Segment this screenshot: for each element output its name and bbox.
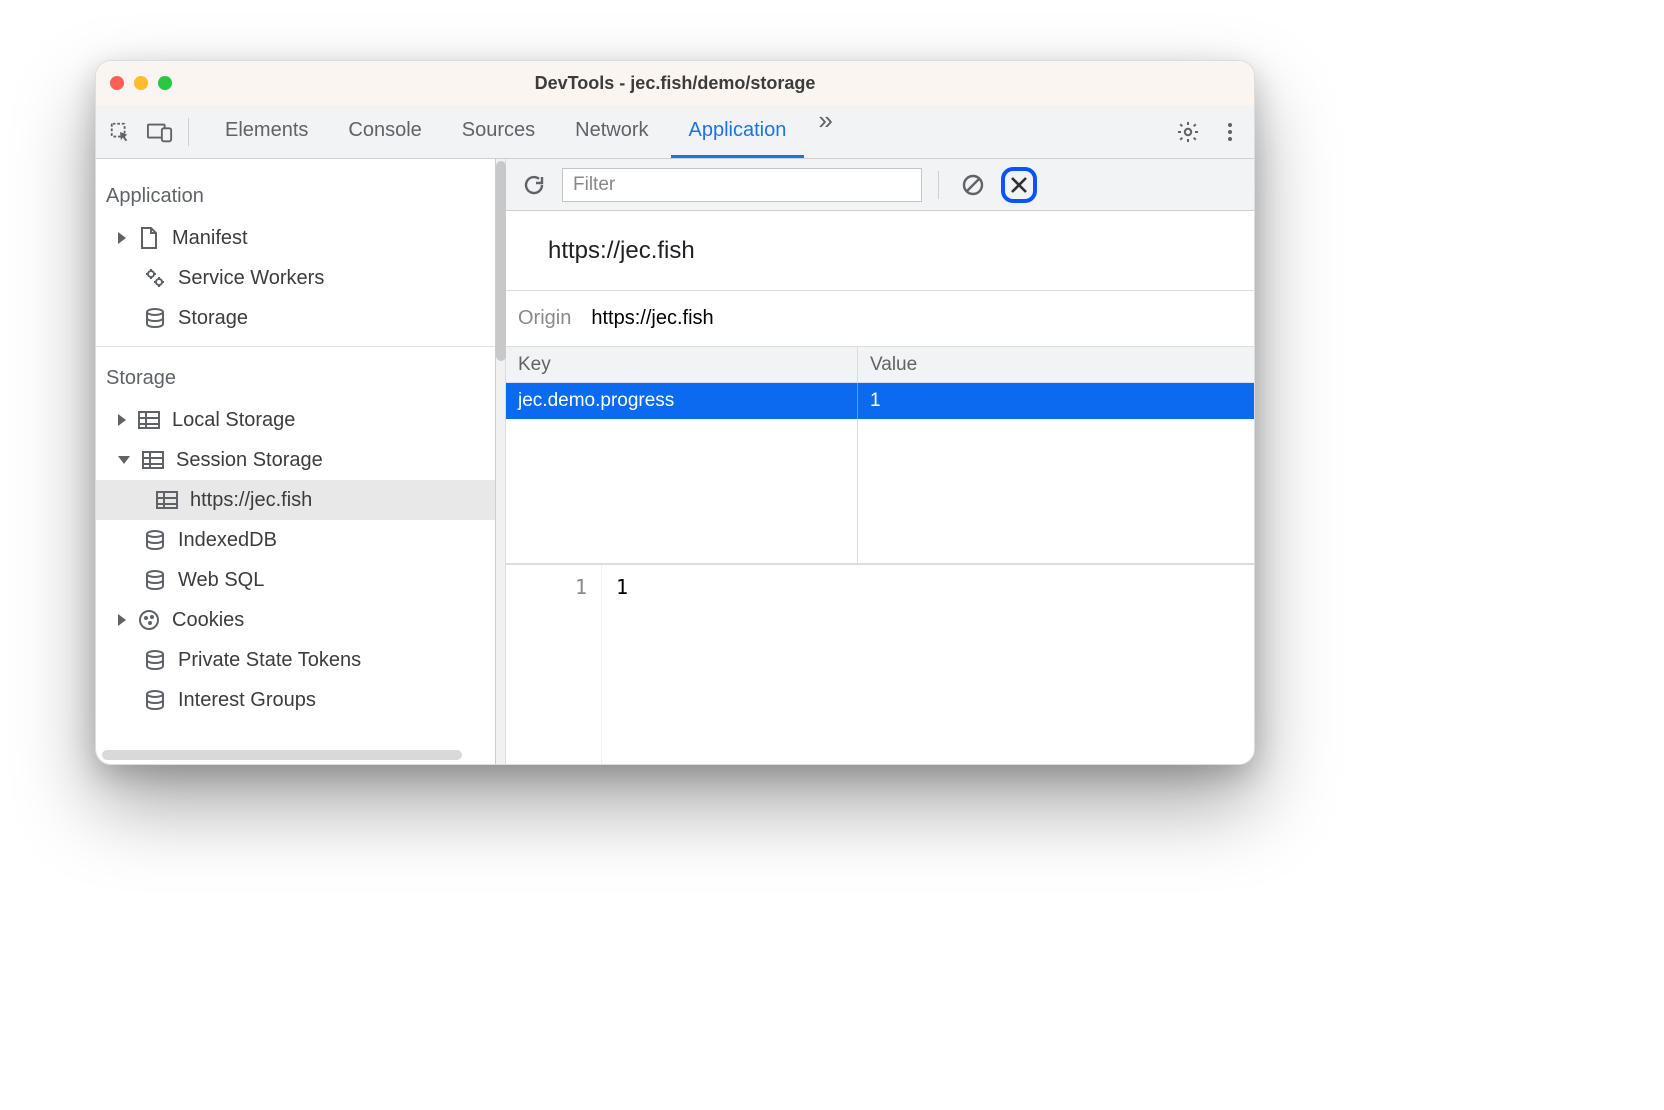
sidebar-item-manifest[interactable]: Manifest <box>96 218 495 258</box>
kebab-menu-icon[interactable] <box>1212 114 1248 150</box>
database-icon <box>142 527 168 553</box>
application-sidebar: Application Manifest Servi <box>96 159 496 764</box>
sidebar-item-storage[interactable]: Storage <box>96 298 495 338</box>
cookie-icon <box>136 607 162 633</box>
sidebar-item-indexeddb[interactable]: IndexedDB <box>96 520 495 560</box>
database-icon <box>142 647 168 673</box>
vertical-scrollbar[interactable] <box>496 159 506 764</box>
table-empty-area[interactable] <box>506 419 1254 563</box>
storage-toolbar: Filter <box>506 159 1254 211</box>
tab-application[interactable]: Application <box>671 105 805 158</box>
cell-key[interactable]: jec.demo.progress <box>506 383 858 419</box>
table-row[interactable]: jec.demo.progress 1 <box>506 383 1254 419</box>
value-preview: 1 1 <box>506 564 1254 764</box>
origin-value: https://jec.fish <box>591 307 713 330</box>
clear-all-icon[interactable] <box>955 167 991 203</box>
table-icon <box>154 487 180 513</box>
chevron-right-icon <box>118 232 126 244</box>
sidebar-item-label: Session Storage <box>176 449 323 472</box>
tab-sources[interactable]: Sources <box>444 105 553 158</box>
tab-network[interactable]: Network <box>557 105 666 158</box>
filter-placeholder: Filter <box>573 174 615 196</box>
sidebar-item-label: https://jec.fish <box>190 489 312 512</box>
sidebar-item-service-workers[interactable]: Service Workers <box>96 258 495 298</box>
column-header-value[interactable]: Value <box>858 347 1254 382</box>
sidebar-item-label: Manifest <box>172 227 248 250</box>
table-header: Key Value <box>506 347 1254 383</box>
tab-console[interactable]: Console <box>330 105 439 158</box>
column-header-key[interactable]: Key <box>506 347 858 382</box>
window-title: DevTools - jec.fish/demo/storage <box>96 73 1254 94</box>
sidebar-item-local-storage[interactable]: Local Storage <box>96 400 495 440</box>
refresh-icon[interactable] <box>516 167 552 203</box>
chevron-down-icon <box>118 456 130 464</box>
settings-gear-icon[interactable] <box>1170 114 1206 150</box>
sidebar-item-session-storage[interactable]: Session Storage <box>96 440 495 480</box>
separator <box>188 118 189 146</box>
devtools-tabstrip: Elements Console Sources Network Applica… <box>96 105 1254 159</box>
device-toolbar-icon[interactable] <box>142 114 178 150</box>
sidebar-horizontal-scrollbar[interactable] <box>102 750 462 760</box>
origin-row: Origin https://jec.fish <box>506 291 1254 347</box>
cell-value[interactable]: 1 <box>858 383 1254 419</box>
sidebar-item-cookies[interactable]: Cookies <box>96 600 495 640</box>
section-application: Application <box>96 165 495 218</box>
database-icon <box>142 687 168 713</box>
delete-selected-icon[interactable] <box>1001 167 1037 203</box>
sidebar-item-label: Web SQL <box>178 569 264 592</box>
gears-icon <box>142 265 168 291</box>
preview-line-number: 1 <box>506 565 602 764</box>
sidebar-item-label: IndexedDB <box>178 529 277 552</box>
sidebar-item-websql[interactable]: Web SQL <box>96 560 495 600</box>
sidebar-item-label: Storage <box>178 307 248 330</box>
tab-elements[interactable]: Elements <box>207 105 326 158</box>
sidebar-item-label: Service Workers <box>178 267 324 290</box>
devtools-window: DevTools - jec.fish/demo/storage Element… <box>95 60 1255 765</box>
origin-title: https://jec.fish <box>506 211 1254 291</box>
sidebar-item-label: Private State Tokens <box>178 649 361 672</box>
table-icon <box>140 447 166 473</box>
sidebar-item-session-storage-origin[interactable]: https://jec.fish <box>96 480 495 520</box>
sidebar-item-label: Cookies <box>172 609 244 632</box>
content-pane: Filter https://jec.fish <box>496 159 1254 764</box>
table-icon <box>136 407 162 433</box>
sidebar-item-interest-groups[interactable]: Interest Groups <box>96 680 495 720</box>
document-icon <box>136 225 162 251</box>
tabs-overflow-icon[interactable]: » <box>808 105 842 158</box>
sidebar-item-label: Interest Groups <box>178 689 316 712</box>
filter-input[interactable]: Filter <box>562 168 922 202</box>
chevron-right-icon <box>118 614 126 626</box>
preview-text: 1 <box>602 565 642 764</box>
origin-label: Origin <box>518 307 571 330</box>
sidebar-item-label: Local Storage <box>172 409 295 432</box>
inspect-element-icon[interactable] <box>102 114 138 150</box>
sidebar-item-private-state-tokens[interactable]: Private State Tokens <box>96 640 495 680</box>
titlebar: DevTools - jec.fish/demo/storage <box>96 61 1254 105</box>
database-icon <box>142 305 168 331</box>
database-icon <box>142 567 168 593</box>
separator <box>938 171 939 199</box>
storage-table: Key Value jec.demo.progress 1 <box>506 347 1254 564</box>
chevron-right-icon <box>118 414 126 426</box>
section-storage: Storage <box>96 355 495 400</box>
